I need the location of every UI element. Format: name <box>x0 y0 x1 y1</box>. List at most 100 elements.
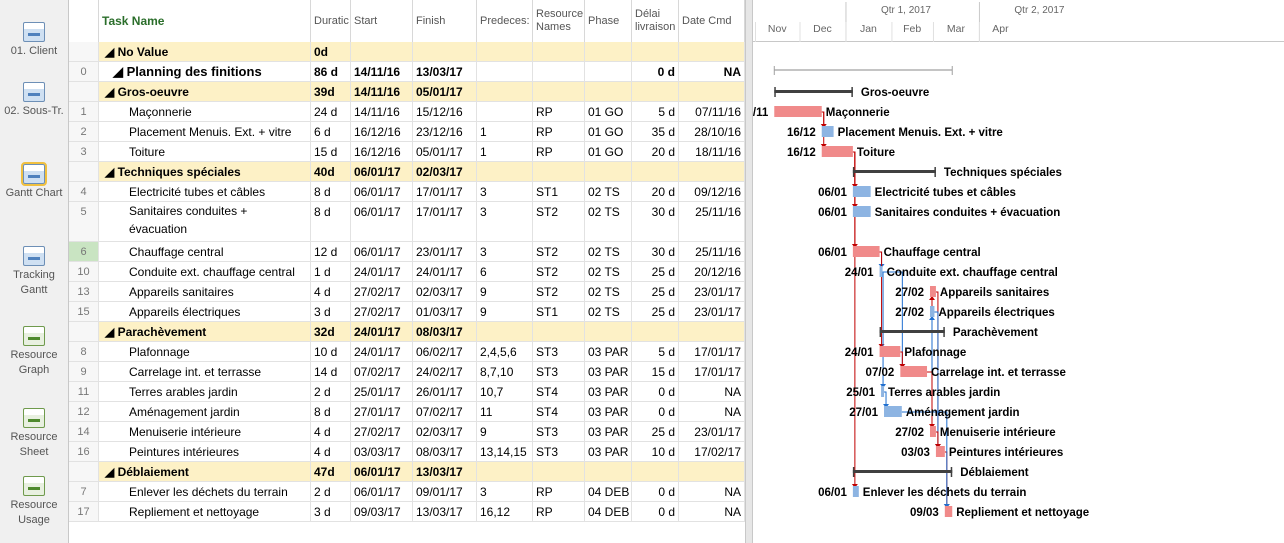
table-row[interactable]: 9 Carrelage int. et terrasse 14 d 07/02/17 2… <box>69 362 745 382</box>
cell-id[interactable]: 3 <box>69 142 99 161</box>
cell-id[interactable]: 12 <box>69 402 99 421</box>
table-row[interactable]: ◢ Gros-oeuvre 39d 14/11/16 05/01/17 <box>69 82 745 102</box>
cell-id[interactable]: 2 <box>69 122 99 141</box>
view-button-3[interactable]: Tracking Gantt <box>0 246 68 298</box>
cell-id[interactable]: 6 <box>69 242 99 261</box>
summary-bar-start <box>879 327 882 337</box>
cell-pred <box>477 322 533 341</box>
table-row[interactable]: 1 Maçonnerie 24 d 14/11/16 15/12/16 RP 01 GO 5 … <box>69 102 745 122</box>
table-row[interactable]: 7 Enlever les déchets du terrain 2 d 06/01/… <box>69 482 745 502</box>
cell-dur: 32d <box>311 322 351 341</box>
cell-res: ST2 <box>533 202 585 241</box>
table-row[interactable]: ◢ Techniques spéciales 40d 06/01/17 02/03/1… <box>69 162 745 182</box>
cell-phase: 03 PAR <box>585 402 632 421</box>
cell-id[interactable]: 8 <box>69 342 99 361</box>
table-row[interactable]: 11 Terres arables jardin 2 d 25/01/17 26/01/… <box>69 382 745 402</box>
cell-finish: 05/01/17 <box>413 82 477 101</box>
col-finish[interactable]: Finish <box>413 0 477 42</box>
col-predecessors[interactable]: Predeces: <box>477 0 533 42</box>
table-row[interactable]: 8 Plafonnage 10 d 24/01/17 06/02/17 2,4,5,6 ST… <box>69 342 745 362</box>
col-resource-names[interactable]: Resource Names <box>533 0 585 42</box>
view-button-6[interactable]: Resource Usage <box>0 476 68 528</box>
table-row[interactable]: ◢ Déblaiement 47d 06/01/17 13/03/17 <box>69 462 745 482</box>
task-bar <box>879 266 883 277</box>
cell-res: ST3 <box>533 342 585 361</box>
cell-id[interactable]: 17 <box>69 502 99 521</box>
cell-id[interactable]: 14 <box>69 422 99 441</box>
cell-id[interactable]: 10 <box>69 262 99 281</box>
cell-id[interactable]: 11 <box>69 382 99 401</box>
cell-id[interactable]: 0 <box>69 62 99 81</box>
cell-id[interactable]: 1 <box>69 102 99 121</box>
task-bar-label: Enlever les déchets du terrain <box>863 487 1027 499</box>
cell-pred: 13,14,15 <box>477 442 533 461</box>
table-row[interactable]: ◢ Parachèvement 32d 24/01/17 08/03/17 <box>69 322 745 342</box>
cell-id[interactable]: 9 <box>69 362 99 381</box>
col-start[interactable]: Start <box>351 0 413 42</box>
table-row[interactable]: 4 Electricité tubes et câbles 8 d 06/01/17 1… <box>69 182 745 202</box>
table-row[interactable]: 17 Repliement et nettoyage 3 d 09/03/17 13/0… <box>69 502 745 522</box>
cell-id[interactable] <box>69 322 99 341</box>
cell-id[interactable]: 15 <box>69 302 99 321</box>
start-date-label: 14/11 <box>753 107 769 119</box>
table-row[interactable]: 13 Appareils sanitaires 4 d 27/02/17 02/03/1… <box>69 282 745 302</box>
table-row[interactable]: 6 Chauffage central 12 d 06/01/17 23/01/17 3 S… <box>69 242 745 262</box>
table-row[interactable]: 16 Peintures intérieures 4 d 03/03/17 08/03/… <box>69 442 745 462</box>
view-button-2[interactable]: Gantt Chart <box>0 162 68 201</box>
cell-id[interactable]: 16 <box>69 442 99 461</box>
cell-id[interactable] <box>69 82 99 101</box>
row-id-header[interactable] <box>69 0 99 42</box>
cell-id[interactable]: 5 <box>69 202 99 241</box>
task-bar <box>774 106 822 117</box>
cell-dur: 3 d <box>311 502 351 521</box>
task-bar-label: Menuiserie intérieure <box>940 427 1056 439</box>
cell-finish: 09/01/17 <box>413 482 477 501</box>
start-date-label: 09/03 <box>910 507 939 519</box>
table-row[interactable]: 5 Sanitaires conduites + évacuation 8 d 06/… <box>69 202 745 242</box>
pane-splitter[interactable] <box>745 0 753 543</box>
col-delai-livraison[interactable]: Délai livraison <box>632 0 679 42</box>
cell-res: RP <box>533 102 585 121</box>
task-bar-label: Placement Menuis. Ext. + vitre <box>838 127 1003 139</box>
table-row[interactable]: 10 Conduite ext. chauffage central 1 d 24/0… <box>69 262 745 282</box>
cell-id[interactable] <box>69 162 99 181</box>
cell-phase: 01 GO <box>585 122 632 141</box>
view-button-1[interactable]: 02. Sous-Tr. <box>0 82 68 119</box>
cell-id[interactable] <box>69 462 99 481</box>
summary-bar <box>852 470 953 473</box>
cell-start: 27/01/17 <box>351 402 413 421</box>
cell-delai: 0 d <box>632 502 679 521</box>
col-phase[interactable]: Phase <box>585 0 632 42</box>
summary-bar-end <box>934 167 936 177</box>
col-date-cmd[interactable]: Date Cmd <box>679 0 745 42</box>
table-row[interactable]: 2 Placement Menuis. Ext. + vitre 6 d 16/12/… <box>69 122 745 142</box>
col-duration[interactable]: Duratic <box>311 0 351 42</box>
table-row[interactable]: ◢ No Value 0d <box>69 42 745 62</box>
view-button-4[interactable]: Resource Graph <box>0 326 68 378</box>
cell-name: Aménagement jardin <box>99 402 311 421</box>
cell-delai: 25 d <box>632 422 679 441</box>
cell-id[interactable] <box>69 42 99 61</box>
cell-res: ST1 <box>533 302 585 321</box>
table-row[interactable]: 0 ◢ Planning des finitions 86 d 14/11/16 13/… <box>69 62 745 82</box>
view-button-5[interactable]: Resource Sheet <box>0 408 68 460</box>
cell-id[interactable]: 4 <box>69 182 99 201</box>
cell-finish: 17/01/17 <box>413 202 477 241</box>
col-task-name[interactable]: Task Name <box>99 0 311 42</box>
task-bar <box>852 486 859 497</box>
summary-bar-start <box>852 467 855 477</box>
table-row[interactable]: 15 Appareils électriques 3 d 27/02/17 01/03/… <box>69 302 745 322</box>
cell-dur: 1 d <box>311 262 351 281</box>
cell-id[interactable]: 7 <box>69 482 99 501</box>
table-row[interactable]: 3 Toiture 15 d 16/12/16 05/01/17 1 RP 01 GO 20 d… <box>69 142 745 162</box>
table-row[interactable]: 14 Menuiserie intérieure 4 d 27/02/17 02/03/… <box>69 422 745 442</box>
cell-delai: 10 d <box>632 442 679 461</box>
cell-delai: 0 d <box>632 482 679 501</box>
task-bar <box>852 246 880 257</box>
cell-id[interactable]: 13 <box>69 282 99 301</box>
cell-date: 09/12/16 <box>679 182 745 201</box>
cell-phase: 02 TS <box>585 182 632 201</box>
view-button-0[interactable]: 01. Client <box>0 22 68 59</box>
task-bar-label: Peintures intérieures <box>949 447 1063 459</box>
table-row[interactable]: 12 Aménagement jardin 8 d 27/01/17 07/02/17 1… <box>69 402 745 422</box>
